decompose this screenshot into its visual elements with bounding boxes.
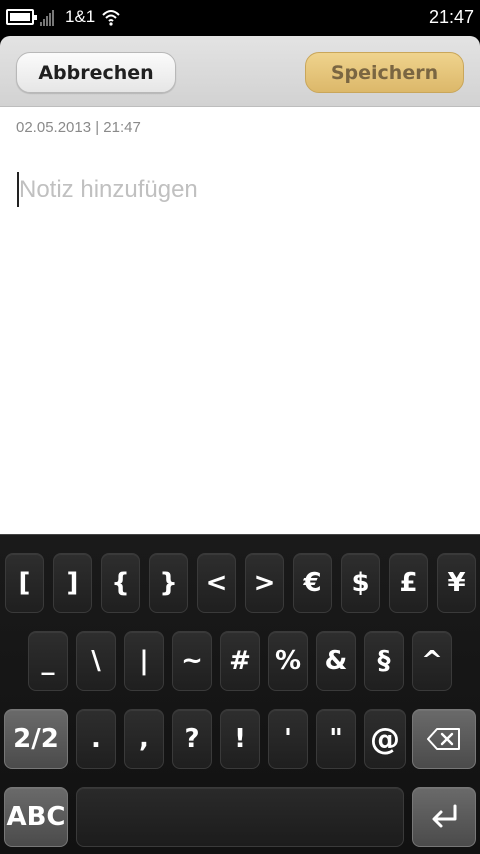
backspace-key[interactable] [412,709,476,769]
key-r1-8[interactable]: £ [389,553,428,613]
status-clock: 21:47 [428,7,474,27]
key-r2-5[interactable]: % [268,631,308,691]
enter-key[interactable] [412,787,476,847]
key-r1-6[interactable]: € [293,553,332,613]
key-r3-5[interactable]: " [316,709,356,769]
key-r2-4[interactable]: # [220,631,260,691]
key-r3-2[interactable]: ? [172,709,212,769]
key-r1-2[interactable]: { [101,553,140,613]
key-r3-3[interactable]: ! [220,709,260,769]
key-r1-9[interactable]: ¥ [437,553,476,613]
key-r3-0[interactable]: . [76,709,116,769]
key-r2-7[interactable]: § [364,631,404,691]
key-r1-5[interactable]: > [245,553,284,613]
virtual-keyboard: []{} < > € $ £ ¥ _ \ | ~ #% & § ^ 2/2 .,?! ' " @ ABC [0,534,480,854]
key-r1-7[interactable]: $ [341,553,380,613]
key-r2-2[interactable]: | [124,631,164,691]
note-timestamp: 02.05.2013 | 21:47 [16,119,141,136]
backspace-icon [427,728,460,750]
battery-icon [6,9,37,25]
note-input[interactable] [19,173,459,207]
note-area: 02.05.2013 | 21:47 [0,107,480,534]
key-r2-1[interactable]: \ [76,631,116,691]
key-page-toggle[interactable]: 2/2 [4,709,68,769]
key-r2-8[interactable]: ^ [412,631,452,691]
wifi-icon [102,10,120,26]
key-r1-3[interactable]: } [149,553,188,613]
key-abc[interactable]: ABC [4,787,68,847]
key-r1-0[interactable]: [ [5,553,44,613]
editor-header: Abbrechen Speichern [0,36,480,107]
space-key[interactable] [76,787,404,847]
cancel-button[interactable]: Abbrechen [16,52,176,93]
key-r2-0[interactable]: _ [28,631,68,691]
key-r3-4[interactable]: ' [268,709,308,769]
save-button[interactable]: Speichern [305,52,464,93]
key-r3-1[interactable]: , [124,709,164,769]
key-r2-3[interactable]: ~ [172,631,212,691]
key-at[interactable]: @ [364,709,406,769]
signal-icon [40,8,60,26]
carrier-name: 1&1 [65,7,96,26]
key-r1-4[interactable]: < [197,553,236,613]
enter-icon [432,804,457,828]
key-r1-1[interactable]: ] [53,553,92,613]
status-bar: 1&1 21:47 [0,0,480,36]
key-r2-6[interactable]: & [316,631,356,691]
